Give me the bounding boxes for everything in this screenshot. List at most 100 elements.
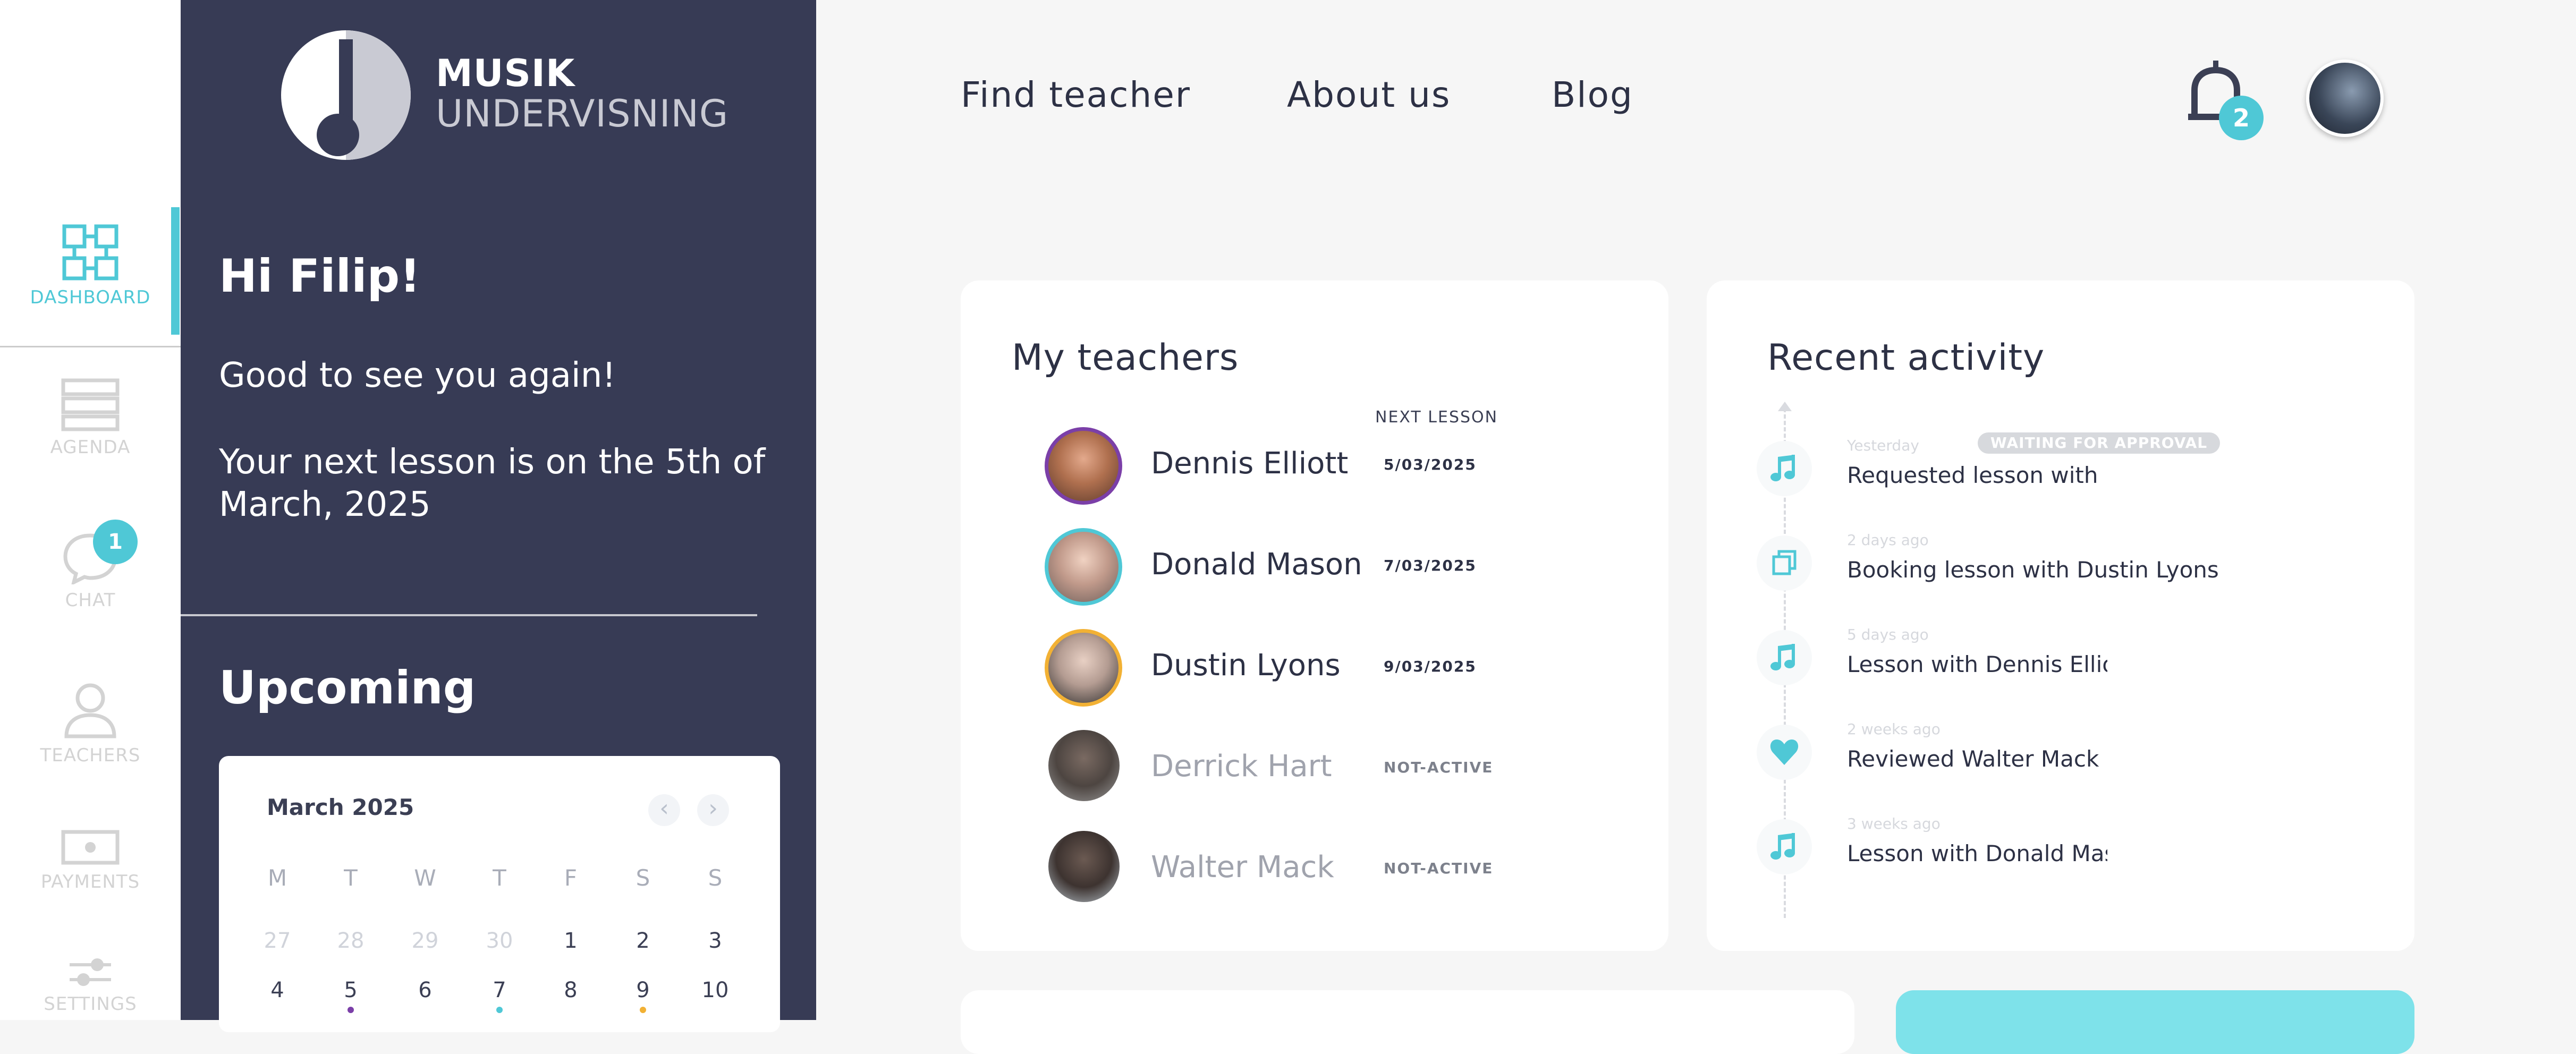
music-note-icon <box>1770 455 1795 481</box>
calendar-day[interactable]: 28 <box>329 929 372 953</box>
activity-text: Reviewed Walter Mack <box>1847 746 2099 772</box>
weekday-wed: W <box>414 865 436 891</box>
teacher-row[interactable]: Dennis Elliott 5/03/2025 <box>961 427 1668 507</box>
calendar-day[interactable]: 10 <box>694 978 736 1002</box>
panel-divider <box>181 614 757 616</box>
rail-item-dashboard[interactable]: DASHBOARD <box>0 223 181 308</box>
status-badge: WAITING FOR APPROVAL <box>1978 432 2220 454</box>
bottom-card <box>961 990 1854 1054</box>
dashboard-grid-icon <box>62 224 118 280</box>
copy-booking-icon <box>1772 550 1797 575</box>
teacher-person-icon <box>64 683 116 738</box>
rail-label-dashboard: DASHBOARD <box>30 287 151 308</box>
nav-about-us[interactable]: About us <box>1287 74 1451 115</box>
activity-time: 2 days ago <box>1847 531 1929 549</box>
calendar-day[interactable]: 2 <box>622 929 664 953</box>
brand-line2: UNDERVISNING <box>436 92 729 135</box>
activity-item[interactable]: 3 weeks ago Lesson with Donald Mason <box>1707 798 2414 888</box>
activity-item[interactable]: Yesterday WAITING FOR APPROVAL Requested… <box>1707 420 2414 510</box>
brand-wordmark[interactable]: MUSIK UNDERVISNING <box>436 53 728 134</box>
teacher-name: Dustin Lyons <box>1151 648 1341 683</box>
teacher-row-inactive[interactable]: Derrick Hart NOT-ACTIVE <box>961 730 1668 810</box>
calendar-day[interactable]: 6 <box>404 978 446 1002</box>
teachers-title: My teachers <box>1012 337 1239 379</box>
greeting-heading: Hi Filip! <box>219 250 421 303</box>
weekday-fri: F <box>564 865 578 891</box>
rail-item-settings[interactable]: SETTINGS <box>0 956 181 1015</box>
next-lesson-text: Your next lesson is on the 5th of March,… <box>219 443 766 524</box>
rail-item-payments[interactable]: PAYMENTS <box>0 829 181 892</box>
calendar-day-lesson[interactable]: 7 <box>478 978 521 1002</box>
teacher-name: Derrick Hart <box>1151 749 1332 784</box>
lesson-dot <box>348 1007 354 1013</box>
logo-icon <box>281 30 411 160</box>
teacher-next-lesson: 5/03/2025 <box>1384 456 1477 473</box>
rail-label-teachers: TEACHERS <box>40 745 141 766</box>
weekday-sat: S <box>635 865 650 891</box>
calendar-day[interactable]: 3 <box>694 929 736 953</box>
nav-find-teacher[interactable]: Find teacher <box>961 74 1191 115</box>
teacher-avatar <box>1045 629 1122 707</box>
activity-icon <box>1757 819 1812 874</box>
rail-item-agenda[interactable]: AGENDA <box>0 378 181 458</box>
calendar-day[interactable]: 8 <box>549 978 592 1002</box>
rail-label-payments: PAYMENTS <box>40 871 140 892</box>
calendar-day-lesson[interactable]: 9 <box>622 978 664 1002</box>
recent-activity-card: Recent activity Yesterday WAITING FOR AP… <box>1707 280 2414 951</box>
teacher-avatar <box>1045 528 1122 606</box>
rail-item-teachers[interactable]: TEACHERS <box>0 681 181 766</box>
nav-blog[interactable]: Blog <box>1552 74 1633 115</box>
activity-text: Requested lesson with Dustin Lyons <box>1847 462 2107 488</box>
calendar-day[interactable]: 4 <box>256 978 299 1002</box>
activity-item[interactable]: 5 days ago Lesson with Dennis Elliott <box>1707 609 2414 699</box>
user-avatar[interactable] <box>2306 60 2384 137</box>
music-note-icon <box>1770 833 1795 860</box>
teacher-row[interactable]: Dustin Lyons 9/03/2025 <box>961 629 1668 709</box>
calendar-day[interactable]: 29 <box>404 929 446 953</box>
weekday-mon: M <box>267 865 287 891</box>
calendar-day-lesson[interactable]: 5 <box>329 978 372 1002</box>
my-teachers-card: My teachers NEXT LESSON Dennis Elliott 5… <box>961 280 1668 951</box>
calendar-month: March 2025 <box>267 794 414 820</box>
welcome-text: Good to see you again! <box>219 356 616 395</box>
calendar-day[interactable]: 1 <box>549 929 592 953</box>
teacher-next-lesson: 9/03/2025 <box>1384 658 1477 675</box>
activity-text: Booking lesson with Dustin Lyons <box>1847 557 2219 583</box>
rail-label-agenda: AGENDA <box>50 437 131 458</box>
activity-icon <box>1757 725 1812 780</box>
teacher-row[interactable]: Donald Mason 7/03/2025 <box>961 528 1668 608</box>
calendar-next-button[interactable]: › <box>697 794 729 826</box>
chat-unread-badge: 1 <box>93 520 138 564</box>
teacher-next-lesson: 7/03/2025 <box>1384 557 1477 574</box>
side-panel: MUSIK UNDERVISNING Hi Filip! Good to see… <box>181 0 816 1032</box>
settings-sliders-icon <box>70 958 111 986</box>
activity-item[interactable]: 2 weeks ago Reviewed Walter Mack <box>1707 703 2414 794</box>
teacher-row-inactive[interactable]: Walter Mack NOT-ACTIVE <box>961 831 1668 911</box>
rail-item-chat[interactable]: CHAT <box>0 531 181 611</box>
activity-title: Recent activity <box>1767 337 2045 379</box>
calendar-widget: March 2025 ‹ › M T W T F S S 27 28 29 30… <box>219 756 780 1032</box>
calendar-day[interactable]: 30 <box>478 929 521 953</box>
lesson-dot <box>496 1007 503 1013</box>
activity-icon <box>1757 441 1812 496</box>
agenda-icon <box>61 378 120 431</box>
brand-line1: MUSIK <box>436 52 575 95</box>
teacher-status: NOT-ACTIVE <box>1384 759 1494 776</box>
next-lesson-header: NEXT LESSON <box>1375 408 1498 427</box>
upcoming-heading: Upcoming <box>219 661 476 715</box>
teacher-status: NOT-ACTIVE <box>1384 860 1494 877</box>
activity-time: 5 days ago <box>1847 626 1929 643</box>
rail-divider <box>0 346 181 347</box>
calendar-day[interactable]: 27 <box>256 929 299 953</box>
activity-item[interactable]: 2 days ago Booking lesson with Dustin Ly… <box>1707 514 2414 605</box>
teacher-name: Donald Mason <box>1151 547 1362 582</box>
weekday-sun: S <box>708 865 723 891</box>
icon-rail: DASHBOARD AGENDA CHAT 1 TEACHERS PAYMENT… <box>0 0 181 1020</box>
lesson-dot <box>640 1007 646 1013</box>
heart-icon <box>1770 740 1799 765</box>
bottom-highlight-card <box>1896 990 2414 1054</box>
weekday-thu: T <box>493 865 506 891</box>
calendar-prev-button[interactable]: ‹ <box>648 794 680 826</box>
teacher-avatar <box>1048 831 1120 902</box>
activity-time: 3 weeks ago <box>1847 815 1941 832</box>
